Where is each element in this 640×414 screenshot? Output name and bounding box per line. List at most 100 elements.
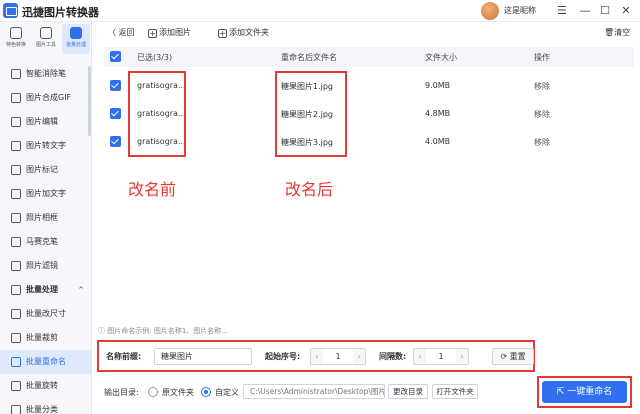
row-checkbox[interactable] xyxy=(110,80,121,91)
radio-original-folder-label[interactable]: 原文件夹 xyxy=(162,387,194,398)
add-folder-button[interactable]: + 添加文件夹 xyxy=(218,27,269,38)
sidebar-item-label: 批量改尺寸 xyxy=(26,309,66,318)
naming-hint: ⓘ 图片命名示例: 图片名称1、图片名称... xyxy=(98,326,228,336)
sidebar-item-batch-resize[interactable]: 批量改尺寸 xyxy=(0,302,92,326)
change-dir-button[interactable]: 更改目录 xyxy=(388,384,428,399)
minimize-icon[interactable]: — xyxy=(578,4,592,18)
maximize-icon[interactable]: ☐ xyxy=(598,4,612,18)
sidebar-item-ocr[interactable]: 图片转文字 xyxy=(0,134,92,158)
start-number-stepper[interactable]: ‹ 1 › xyxy=(310,348,366,365)
avatar[interactable] xyxy=(481,2,499,20)
resize-icon xyxy=(11,309,21,319)
reset-button[interactable]: ⟳ 重置 xyxy=(492,348,534,365)
step-value[interactable]: 1 xyxy=(426,349,456,364)
edit-icon xyxy=(11,117,21,127)
sidebar-group-batch[interactable]: 批量处理 ^ xyxy=(0,278,92,302)
column-header-size: 文件大小 xyxy=(425,53,457,62)
naming-hint-text: 图片命名示例: 图片名称1、图片名称... xyxy=(107,327,228,335)
column-header-new-name: 重命名后文件名 xyxy=(281,53,337,62)
remove-button[interactable]: 移除 xyxy=(534,81,550,92)
reset-label: 重置 xyxy=(509,352,526,361)
decrement-button[interactable]: ‹ xyxy=(414,349,426,364)
tools-icon xyxy=(40,27,52,39)
prefix-input[interactable]: 糖果图片 xyxy=(154,348,252,365)
app-title: 迅捷图片转换器 xyxy=(22,6,99,19)
radio-custom-folder[interactable] xyxy=(201,387,211,397)
rename-icon xyxy=(11,357,21,367)
close-icon[interactable]: ✕ xyxy=(619,4,633,18)
mode-batch[interactable]: 批量处理 xyxy=(62,24,90,54)
trash-icon: 🗑 xyxy=(604,28,615,37)
increment-button[interactable]: › xyxy=(353,349,365,364)
rename-all-button[interactable]: ⇱ 一键重命名 xyxy=(542,381,627,403)
menu-icon[interactable]: ☰ xyxy=(555,4,569,18)
sidebar-item-gif[interactable]: 图片合成GIF xyxy=(0,86,92,110)
row-checkbox[interactable] xyxy=(110,136,121,147)
clear-button[interactable]: 🗑清空 xyxy=(604,27,630,38)
sidebar-item-mark[interactable]: 图片标记 xyxy=(0,158,92,182)
mode-label: 图片工具 xyxy=(35,42,56,48)
decrement-button[interactable]: ‹ xyxy=(311,349,323,364)
increment-button[interactable]: › xyxy=(456,349,468,364)
sidebar-item-frame[interactable]: 照片相框 xyxy=(0,206,92,230)
sidebar-item-add-text[interactable]: 图片加文字 xyxy=(0,182,92,206)
sidebar-item-batch-rename[interactable]: 批量重命名 xyxy=(0,350,92,374)
sidebar-item-label: 批量旋转 xyxy=(26,381,58,390)
sidebar-item-label: 图片加文字 xyxy=(26,189,66,198)
chevron-up-icon: ^ xyxy=(78,286,84,294)
radio-original-folder[interactable] xyxy=(148,387,158,397)
sidebar-item-batch-classify[interactable]: 批量分类 xyxy=(0,398,92,414)
annotation-before-label: 改名前 xyxy=(128,180,177,199)
crop-icon xyxy=(11,333,21,343)
sidebar-item-eraser[interactable]: 智能消除笔 xyxy=(0,62,92,86)
column-header-action: 操作 xyxy=(534,53,550,62)
add-folder-label: 添加文件夹 xyxy=(229,28,269,37)
add-image-button[interactable]: + 添加图片 xyxy=(148,27,191,38)
remove-button[interactable]: 移除 xyxy=(534,109,550,120)
username[interactable]: 这是昵称 xyxy=(504,5,536,16)
mode-tools[interactable]: 图片工具 xyxy=(32,24,60,54)
info-icon: ⓘ xyxy=(98,327,108,335)
sidebar-item-label: 图片编辑 xyxy=(26,117,58,126)
annotation-after-label: 改名后 xyxy=(285,180,334,199)
clear-label: 清空 xyxy=(614,28,631,37)
mode-feature[interactable]: 特色转换 xyxy=(2,24,30,54)
sidebar-item-label: 图片合成GIF xyxy=(26,93,72,102)
annotation-box-renamed xyxy=(275,71,347,157)
output-path-input[interactable]: C:\Users\Administrator\Desktop\图片 xyxy=(243,384,385,399)
remove-button[interactable]: 移除 xyxy=(534,137,550,148)
start-number-value[interactable]: 1 xyxy=(323,349,353,364)
mosaic-icon xyxy=(11,237,21,247)
annotation-box-original xyxy=(128,71,186,157)
frame-icon xyxy=(11,213,21,223)
sidebar-item-label: 照片滤镜 xyxy=(26,261,58,270)
batch-icon xyxy=(70,27,82,39)
rename-settings: 名称前缀: 糖果图片 起始序号: ‹ 1 › 间隔数: ‹ 1 › ⟳ 重置 xyxy=(97,340,535,372)
sidebar-scrollbar[interactable] xyxy=(88,66,91,136)
text-icon xyxy=(11,189,21,199)
sidebar-item-label: 照片相框 xyxy=(26,213,58,222)
sidebar-item-mosaic[interactable]: 马赛克笔 xyxy=(0,230,92,254)
row-checkbox[interactable] xyxy=(110,108,121,119)
sidebar-item-batch-rotate[interactable]: 批量旋转 xyxy=(0,374,92,398)
open-folder-button[interactable]: 打开文件夹 xyxy=(432,384,478,399)
plus-icon: + xyxy=(148,29,157,38)
feature-icon xyxy=(10,27,22,39)
step-stepper[interactable]: ‹ 1 › xyxy=(413,348,469,365)
sidebar-nav: 智能消除笔 图片合成GIF 图片编辑 图片转文字 图片标记 图片加文字 照片相框… xyxy=(0,62,92,414)
sidebar-item-filter[interactable]: 照片滤镜 xyxy=(0,254,92,278)
sidebar-item-label: 图片标记 xyxy=(26,165,58,174)
sidebar-group-label: 批量处理 xyxy=(26,285,58,294)
sidebar-item-label: 智能消除笔 xyxy=(26,69,66,78)
output-dir-label: 输出目录: xyxy=(104,388,139,397)
select-all-checkbox[interactable] xyxy=(110,51,121,62)
sidebar-item-label: 批量裁剪 xyxy=(26,333,58,342)
step-label: 间隔数: xyxy=(379,352,407,361)
sidebar-item-batch-crop[interactable]: 批量裁剪 xyxy=(0,326,92,350)
start-number-label: 起始序号: xyxy=(265,352,301,361)
back-button[interactable]: 〈 返回 xyxy=(108,27,135,38)
rotate-icon xyxy=(11,381,21,391)
sidebar-item-edit[interactable]: 图片编辑 xyxy=(0,110,92,134)
file-size: 4.8MB xyxy=(425,109,451,118)
radio-custom-folder-label[interactable]: 自定义 xyxy=(215,387,239,398)
